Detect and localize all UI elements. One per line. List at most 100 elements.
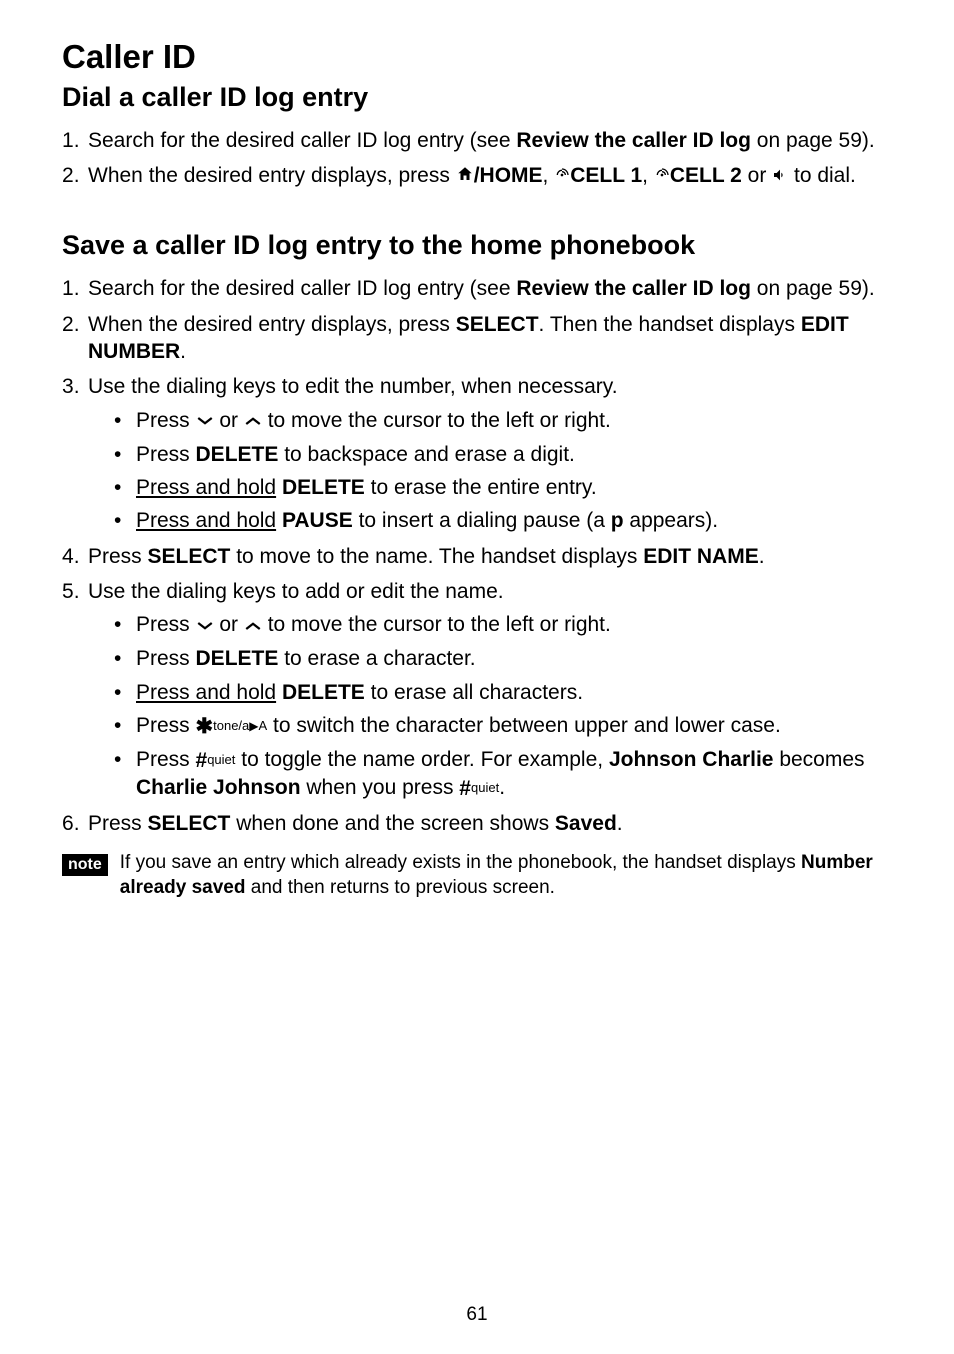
text: Press bbox=[136, 748, 196, 771]
text: appears). bbox=[624, 509, 719, 532]
section-2-title: Save a caller ID log entry to the home p… bbox=[62, 230, 892, 261]
text-bold: SELECT bbox=[456, 313, 539, 336]
text-bold: p bbox=[611, 509, 624, 532]
text: Press bbox=[136, 409, 196, 432]
text: to move the cursor to the left or right. bbox=[262, 613, 611, 636]
text: or bbox=[214, 409, 244, 432]
text-bold: /HOME bbox=[474, 164, 543, 187]
text: Press bbox=[136, 613, 196, 636]
text-bold: Review the caller ID log bbox=[516, 277, 751, 300]
list-item: Press SELECT when done and the screen sh… bbox=[62, 810, 892, 837]
text: Search for the desired caller ID log ent… bbox=[88, 129, 516, 152]
text-underline: Press and hold bbox=[136, 509, 276, 532]
text: on page 59). bbox=[751, 277, 875, 300]
text-bold: Johnson Charlie bbox=[609, 748, 774, 771]
text: to erase all characters. bbox=[365, 681, 583, 704]
text: Press bbox=[88, 545, 148, 568]
note-block: note If you save an entry which already … bbox=[62, 851, 892, 900]
list-item: Press DELETE to backspace and erase a di… bbox=[114, 441, 892, 468]
key-label: quiet bbox=[471, 780, 499, 795]
text: . bbox=[499, 776, 505, 799]
text: , bbox=[642, 164, 654, 187]
text-bold: DELETE bbox=[196, 443, 279, 466]
section-1-list: Search for the desired caller ID log ent… bbox=[62, 127, 892, 190]
text: when done and the screen shows bbox=[230, 812, 555, 835]
text-bold: SELECT bbox=[148, 812, 231, 835]
page-title: Caller ID bbox=[62, 38, 892, 76]
hash-icon: # bbox=[459, 775, 471, 802]
text: to switch the character between upper an… bbox=[267, 714, 781, 737]
text: to erase a character. bbox=[278, 647, 475, 670]
text: Use the dialing keys to edit the number,… bbox=[88, 375, 618, 398]
text-bold: PAUSE bbox=[282, 509, 353, 532]
list-item: Press or to move the cursor to the left … bbox=[114, 611, 892, 639]
text-bold: Saved bbox=[555, 812, 617, 835]
text-bold: EDIT NAME bbox=[643, 545, 759, 568]
sub-list: Press or to move the cursor to the left … bbox=[88, 611, 892, 802]
list-item: Press SELECT to move to the name. The ha… bbox=[62, 543, 892, 570]
text: or bbox=[742, 164, 772, 187]
text-bold: DELETE bbox=[196, 647, 279, 670]
text: to backspace and erase a digit. bbox=[278, 443, 575, 466]
section-1-title: Dial a caller ID log entry bbox=[62, 82, 892, 113]
text: When the desired entry displays, press bbox=[88, 313, 456, 336]
text: to dial. bbox=[788, 164, 856, 187]
text: Press bbox=[136, 714, 196, 737]
text: . bbox=[617, 812, 623, 835]
text: Press bbox=[136, 443, 196, 466]
list-item: Press and hold DELETE to erase the entir… bbox=[114, 474, 892, 501]
list-item: Press or to move the cursor to the left … bbox=[114, 407, 892, 435]
note-badge: note bbox=[62, 854, 108, 876]
list-item: Search for the desired caller ID log ent… bbox=[62, 275, 892, 302]
text: , bbox=[543, 164, 555, 187]
chevron-down-icon bbox=[196, 407, 214, 434]
text-bold: DELETE bbox=[282, 681, 365, 704]
text-underline: Press and hold bbox=[136, 681, 276, 704]
text: to move to the name. The handset display… bbox=[230, 545, 643, 568]
text: or bbox=[214, 613, 244, 636]
text: becomes bbox=[773, 748, 864, 771]
asterisk-icon: ✱ bbox=[196, 713, 214, 740]
text: If you save an entry which already exist… bbox=[120, 852, 801, 873]
page-number: 61 bbox=[0, 1304, 954, 1326]
note-text: If you save an entry which already exist… bbox=[120, 851, 892, 900]
triangle-right-icon: ▶ bbox=[249, 719, 258, 735]
sub-list: Press or to move the cursor to the left … bbox=[88, 407, 892, 535]
text-underline: Press and hold bbox=[136, 476, 276, 499]
text: Press bbox=[88, 812, 148, 835]
text-bold: CELL 2 bbox=[670, 164, 742, 187]
list-item: Press and hold PAUSE to insert a dialing… bbox=[114, 507, 892, 534]
list-item: Use the dialing keys to add or edit the … bbox=[62, 578, 892, 802]
list-item: Use the dialing keys to edit the number,… bbox=[62, 373, 892, 534]
text: when you press bbox=[301, 776, 460, 799]
text-bold: Charlie Johnson bbox=[136, 776, 301, 799]
text: . bbox=[180, 340, 186, 363]
text-bold: Review the caller ID log bbox=[516, 129, 751, 152]
text: . Then the handset displays bbox=[539, 313, 801, 336]
text: to erase the entire entry. bbox=[365, 476, 597, 499]
text: Press bbox=[136, 647, 196, 670]
text: Search for the desired caller ID log ent… bbox=[88, 277, 516, 300]
list-item: Press ✱tone/a▶A to switch the character … bbox=[114, 712, 892, 740]
text-bold: CELL 1 bbox=[570, 164, 642, 187]
list-item: When the desired entry displays, press /… bbox=[62, 162, 892, 190]
speaker-icon bbox=[772, 163, 788, 190]
text-bold: DELETE bbox=[282, 476, 365, 499]
list-item: Search for the desired caller ID log ent… bbox=[62, 127, 892, 154]
text: to toggle the name order. For example, bbox=[235, 748, 609, 771]
hash-icon: # bbox=[196, 747, 208, 774]
section-2-list: Search for the desired caller ID log ent… bbox=[62, 275, 892, 837]
text: and then returns to previous screen. bbox=[245, 877, 554, 898]
key-label: quiet bbox=[207, 752, 235, 767]
text: Use the dialing keys to add or edit the … bbox=[88, 580, 504, 603]
text: to move the cursor to the left or right. bbox=[262, 409, 611, 432]
text: When the desired entry displays, press bbox=[88, 164, 456, 187]
text: on page 59). bbox=[751, 129, 875, 152]
list-item: Press #quiet to toggle the name order. F… bbox=[114, 746, 892, 802]
list-item: Press DELETE to erase a character. bbox=[114, 645, 892, 672]
key-label: A bbox=[259, 718, 268, 733]
text: . bbox=[759, 545, 765, 568]
list-item: When the desired entry displays, press S… bbox=[62, 311, 892, 366]
chevron-up-icon bbox=[244, 612, 262, 639]
text-bold: SELECT bbox=[148, 545, 231, 568]
